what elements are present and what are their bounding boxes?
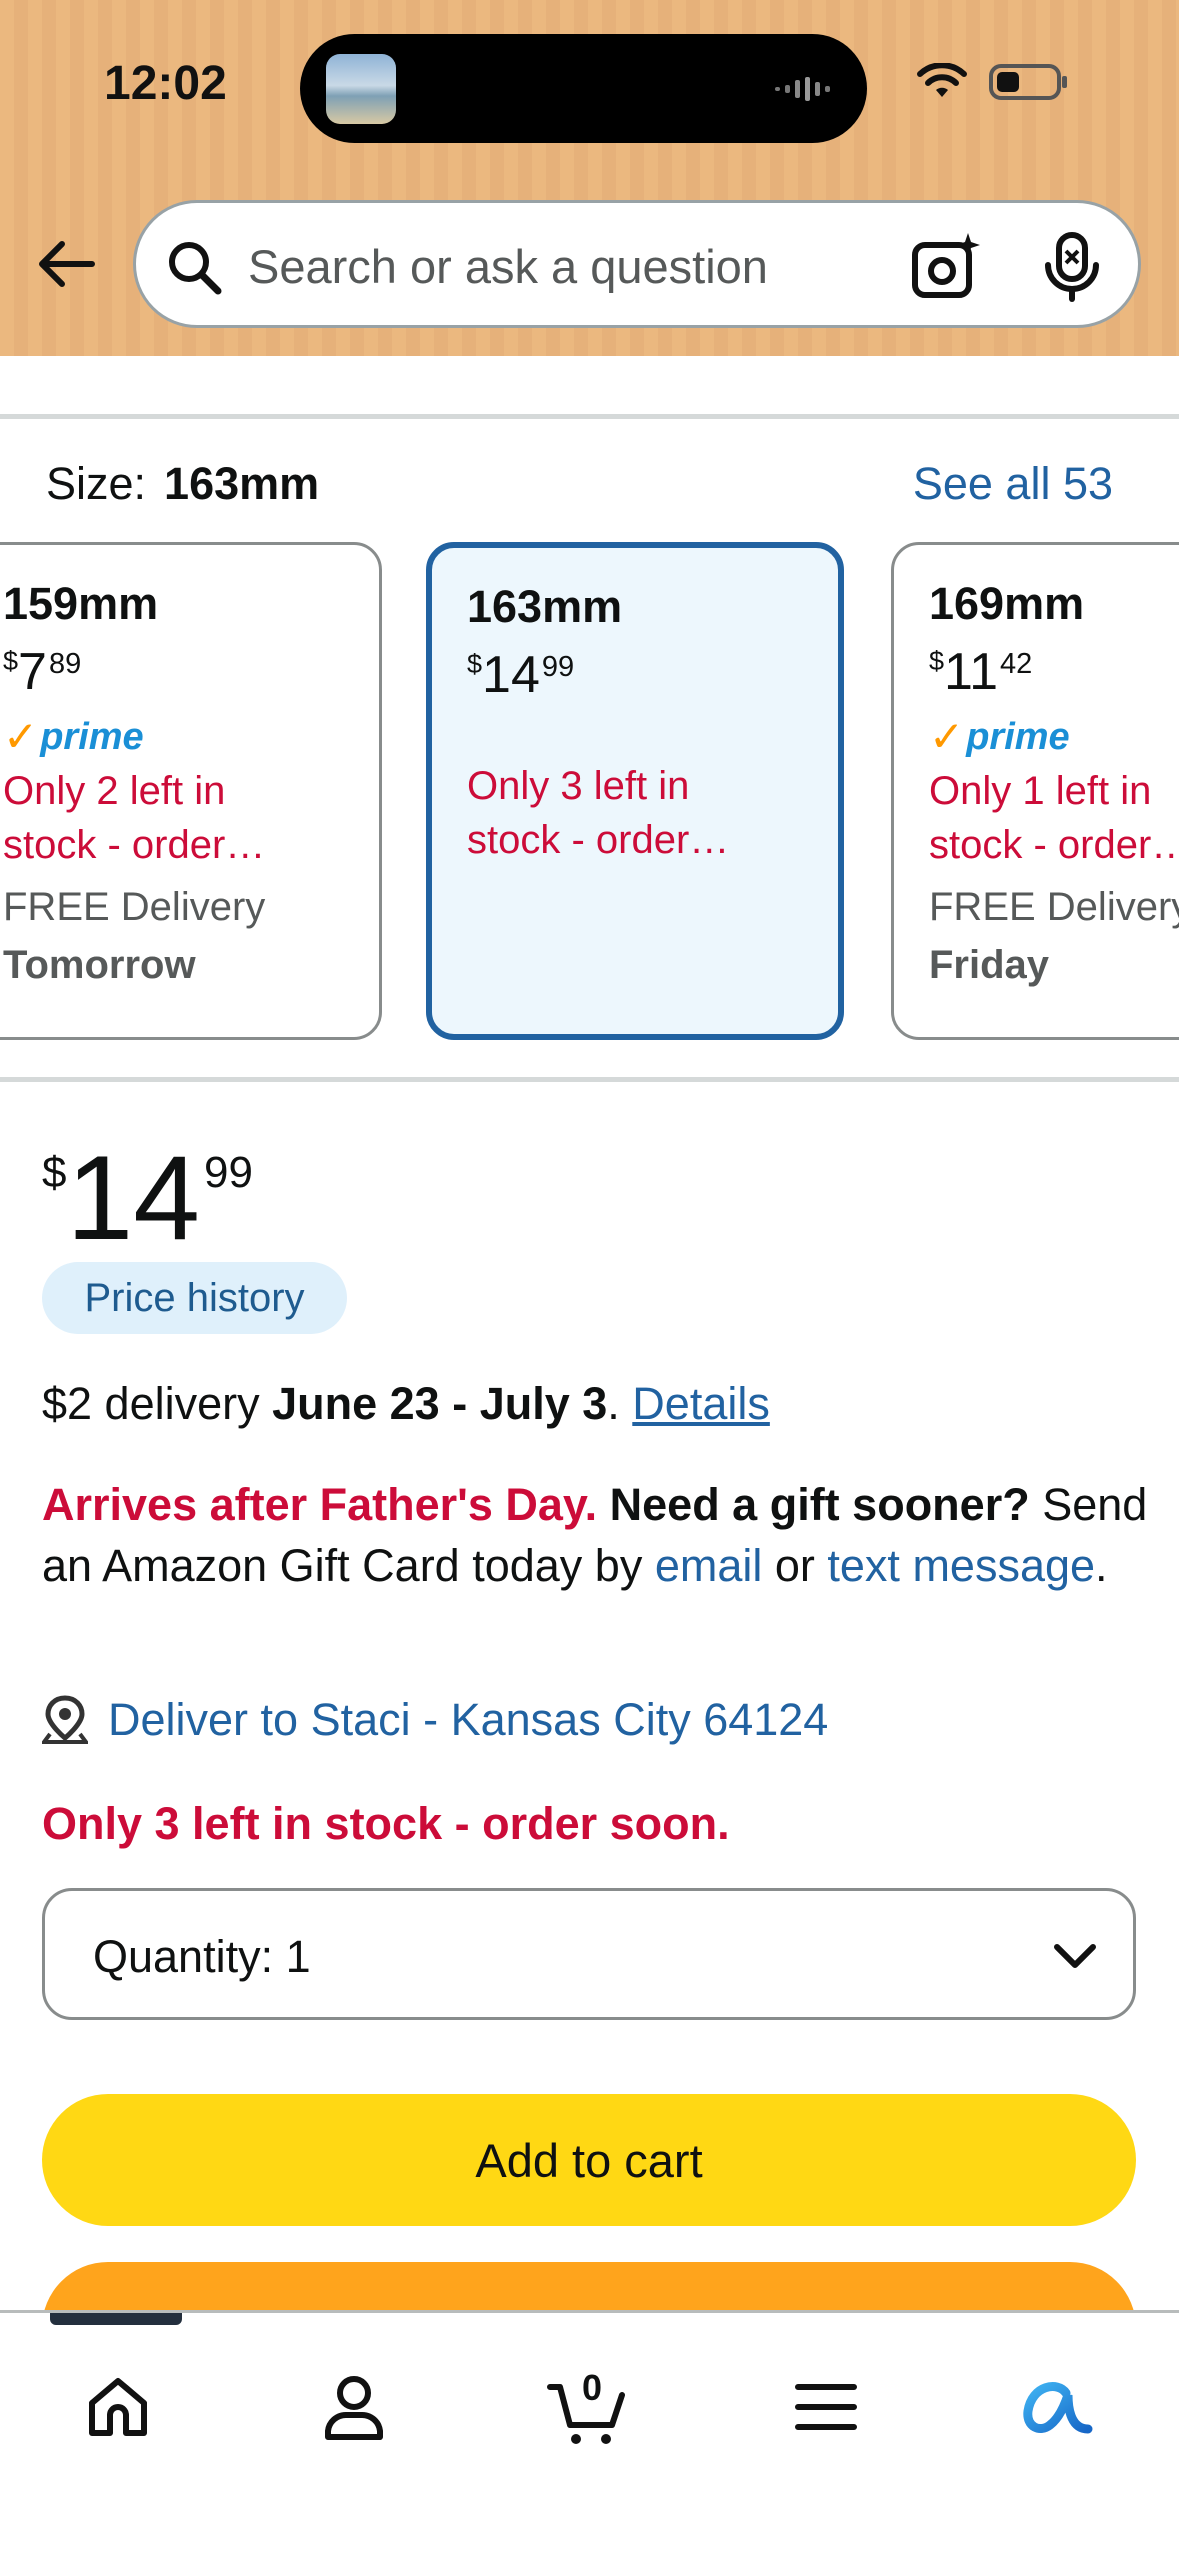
- gift-text-message-link[interactable]: text message: [827, 1540, 1095, 1591]
- nav-account[interactable]: [306, 2359, 402, 2455]
- size-option-price: $1499: [467, 646, 575, 704]
- microphone-icon[interactable]: [1042, 231, 1102, 303]
- home-icon: [89, 2378, 147, 2436]
- chevron-down-icon: [1054, 1944, 1096, 1968]
- stock-status: Only 3 left in stock - order soon.: [42, 1798, 730, 1849]
- size-option-169mm[interactable]: 169mm $1142 ✓ prime Only 1 left in stock …: [891, 542, 1179, 1040]
- cart-count: 0: [582, 2367, 603, 2408]
- now-playing-thumbnail: [326, 54, 396, 124]
- quantity-select[interactable]: Quantity: 1: [42, 1888, 1136, 2020]
- search-bar[interactable]: Search or ask a question: [133, 200, 1141, 328]
- rufus-icon: [1023, 2382, 1093, 2434]
- delivery-info: $2 delivery June 23 - July 3. Details: [42, 1378, 770, 1429]
- prime-check-icon: ✓: [929, 713, 965, 760]
- price-history-button[interactable]: Price history: [42, 1262, 347, 1334]
- see-all-sizes-link[interactable]: See all 53: [913, 458, 1113, 510]
- size-option-title: 163mm: [467, 581, 623, 632]
- size-option-stock: Only 2 left in stock - order…: [3, 769, 266, 867]
- size-option-delivery-day: Friday: [929, 943, 1050, 987]
- menu-icon: [795, 2384, 857, 2430]
- size-label: Size: 163mm: [46, 458, 320, 509]
- gift-email-link[interactable]: email: [655, 1540, 763, 1591]
- size-option-title: 169mm: [929, 578, 1085, 629]
- battery-icon: [989, 64, 1067, 100]
- quantity-value: 1: [285, 1931, 311, 1982]
- bottom-nav: 0: [0, 2310, 1179, 2556]
- active-tab-indicator: [50, 2313, 182, 2325]
- product-price: $1499: [42, 1131, 253, 1265]
- camera-lens-icon[interactable]: [910, 231, 982, 303]
- product-page: 12:02 Search or ask a question Size: 163…: [0, 0, 1179, 2556]
- size-option-stock: Only 1 left in stock - order…: [929, 769, 1179, 867]
- nav-menu[interactable]: [778, 2359, 874, 2455]
- status-time: 12:02: [104, 57, 227, 110]
- deliver-to-location[interactable]: Deliver to Staci - Kansas City 64124: [42, 1694, 828, 1746]
- section-divider: [0, 1077, 1179, 1082]
- add-to-cart-button[interactable]: Add to cart: [42, 2094, 1136, 2226]
- search-icon: [169, 242, 222, 295]
- section-divider: [0, 414, 1179, 419]
- size-option-price: $789: [3, 643, 82, 701]
- size-option-159mm[interactable]: 159mm $789 ✓ prime Only 2 left in stock -…: [0, 542, 382, 1040]
- size-selected-value: 163mm: [164, 458, 320, 509]
- quantity-label: Quantity: 1: [93, 1931, 311, 1982]
- prime-badge: ✓ prime: [929, 713, 1070, 760]
- audio-wave-icon: [775, 77, 830, 101]
- status-icons: [917, 62, 1069, 102]
- size-option-delivery: FREE Delivery: [929, 885, 1179, 929]
- user-icon: [325, 2376, 383, 2440]
- prime-badge: ✓ prime: [3, 713, 144, 760]
- nav-home[interactable]: [70, 2359, 166, 2455]
- gift-notice: Arrives after Father's Day. Need a gift …: [42, 1479, 1148, 1591]
- size-option-163mm[interactable]: 163mm $1499 Only 3 left in stock - order…: [426, 542, 844, 1040]
- back-arrow-icon: [39, 241, 95, 287]
- wifi-icon: [917, 63, 967, 97]
- location-pin-icon: [42, 1695, 88, 1744]
- nav-cart[interactable]: 0: [540, 2359, 636, 2455]
- dynamic-island[interactable]: [300, 34, 867, 143]
- back-button[interactable]: [30, 228, 102, 300]
- size-option-price: $1142: [929, 643, 1033, 701]
- nav-rufus-assistant[interactable]: [1008, 2359, 1104, 2455]
- size-option-title: 159mm: [3, 578, 159, 629]
- prime-check-icon: ✓: [3, 713, 39, 760]
- size-option-stock: Only 3 left in stock - order…: [467, 764, 730, 862]
- delivery-details-link[interactable]: Details: [632, 1378, 770, 1429]
- size-option-delivery: FREE Delivery: [3, 885, 266, 929]
- size-option-delivery-day: Tomorrow: [3, 943, 196, 987]
- header: 12:02 Search or ask a question: [0, 0, 1179, 356]
- search-input[interactable]: Search or ask a question: [248, 239, 768, 294]
